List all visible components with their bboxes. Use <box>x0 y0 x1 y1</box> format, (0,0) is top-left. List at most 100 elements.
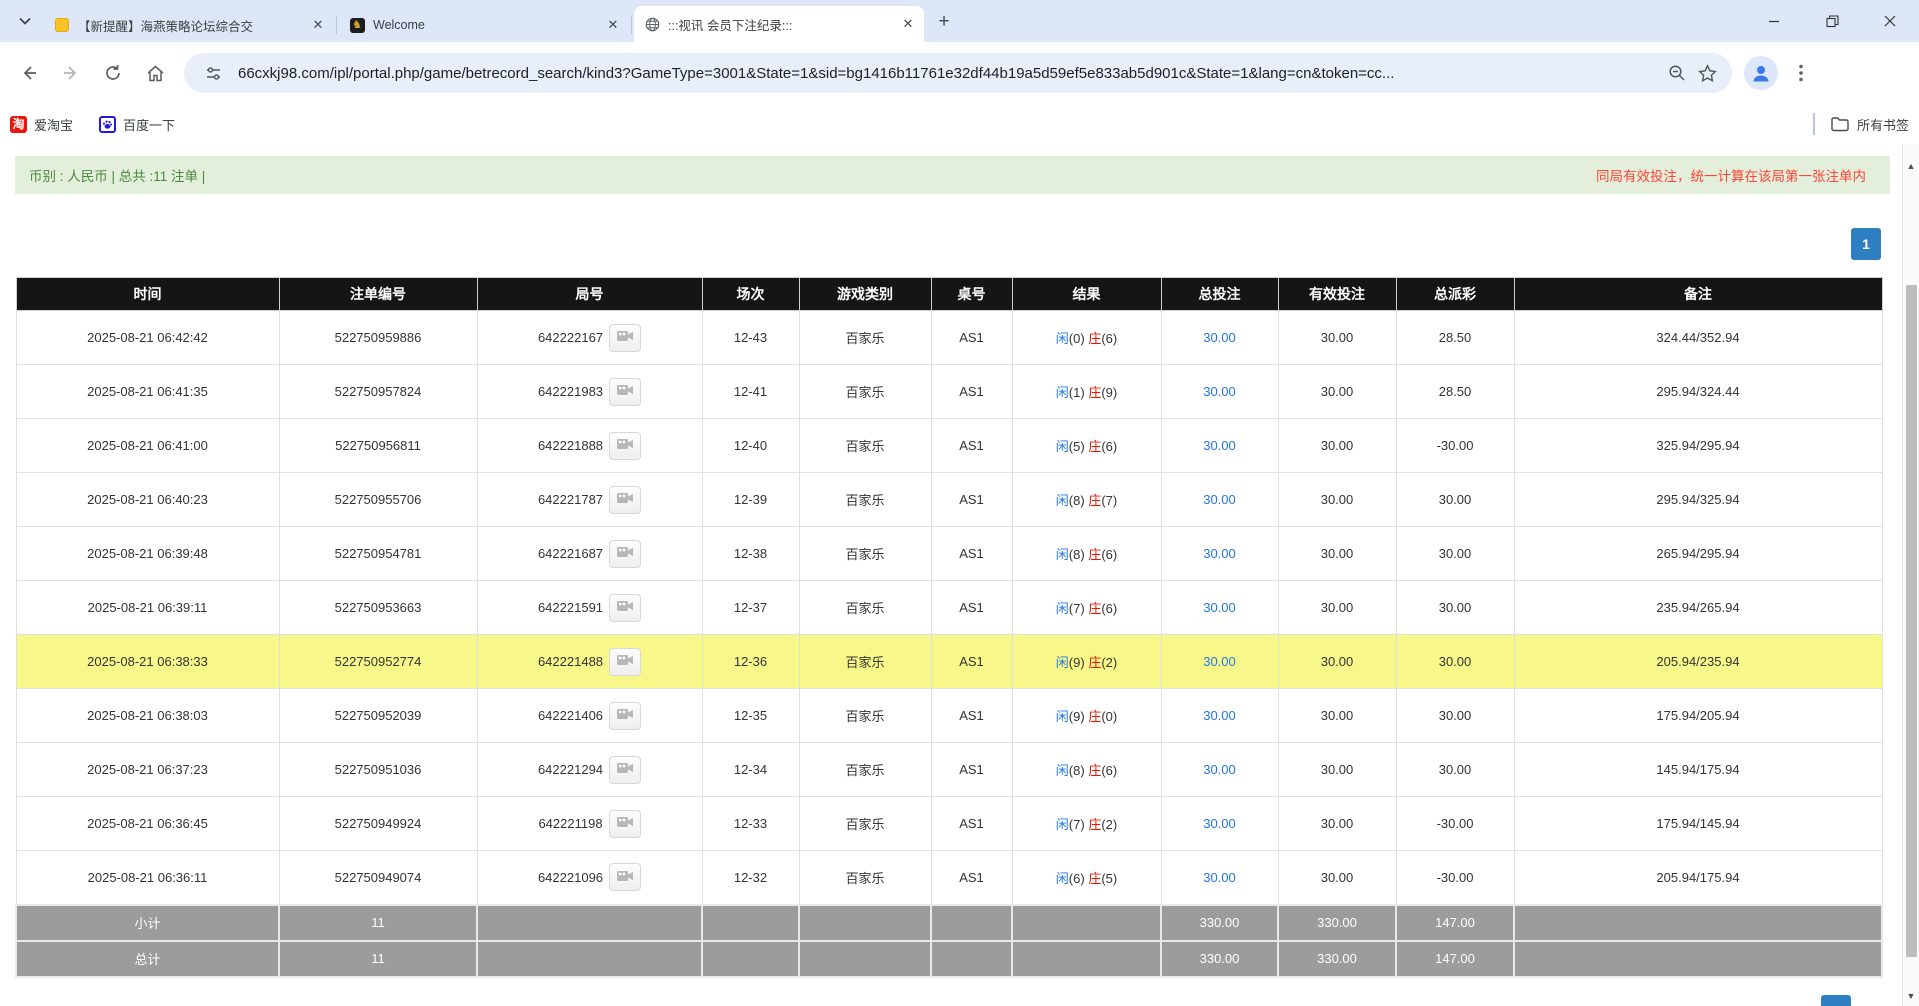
cell-time: 2025-08-21 06:41:00 <box>16 419 279 473</box>
reload-icon[interactable] <box>94 54 132 92</box>
cell-valid-bet: 30.00 <box>1278 851 1396 905</box>
cell-bet-id: 522750954781 <box>279 527 477 581</box>
cell-total-bet[interactable]: 30.00 <box>1161 689 1278 743</box>
video-replay-button[interactable] <box>609 756 641 784</box>
site-settings-tune-icon[interactable] <box>198 58 228 88</box>
video-replay-button[interactable] <box>609 863 641 891</box>
video-replay-button[interactable] <box>609 432 641 460</box>
video-replay-button[interactable] <box>609 810 641 838</box>
summary-label: 小计 <box>16 905 279 941</box>
cell-session: 12-39 <box>702 473 799 527</box>
bookmark-baidu[interactable]: 百度一下 <box>99 115 175 134</box>
vertical-scrollbar[interactable]: ▲ ▼ <box>1902 144 1919 1006</box>
video-replay-button[interactable] <box>609 594 641 622</box>
summary-count: 11 <box>279 905 477 941</box>
scrollbar-thumb[interactable] <box>1906 285 1917 957</box>
minimize-button[interactable] <box>1745 0 1803 42</box>
table-header: 时间 注单编号 局号 场次 游戏类别 桌号 结果 总投注 有效投注 总派彩 备注 <box>16 278 1882 311</box>
cell-total-bet[interactable]: 30.00 <box>1161 635 1278 689</box>
cell-session: 12-35 <box>702 689 799 743</box>
round-number: 642221096 <box>538 870 603 885</box>
cell-payout: 30.00 <box>1396 689 1514 743</box>
cell-remark: 295.94/324.44 <box>1514 365 1882 419</box>
round-number: 642221888 <box>538 438 603 453</box>
video-replay-button[interactable] <box>609 378 641 406</box>
video-replay-button[interactable] <box>609 648 641 676</box>
video-replay-button[interactable] <box>609 540 641 568</box>
zoom-out-icon[interactable] <box>1662 58 1692 88</box>
pagination-page-1-button[interactable]: 1 <box>1851 228 1881 260</box>
cell-time: 2025-08-21 06:40:23 <box>16 473 279 527</box>
film-icon <box>616 814 634 833</box>
tab-welcome[interactable]: ♞ Welcome ✕ <box>339 8 629 42</box>
back-icon[interactable] <box>10 54 48 92</box>
tab-close-icon[interactable]: ✕ <box>605 17 621 33</box>
cell-valid-bet: 30.00 <box>1278 689 1396 743</box>
cell-game-type: 百家乐 <box>799 851 931 905</box>
cell-round: 642221294 <box>477 743 702 797</box>
cell-bet-id: 522750956811 <box>279 419 477 473</box>
bookmark-taobao[interactable]: 淘 爱淘宝 <box>10 115 73 134</box>
cell-valid-bet: 30.00 <box>1278 365 1396 419</box>
cell-game-type: 百家乐 <box>799 797 931 851</box>
cell-total-bet[interactable]: 30.00 <box>1161 473 1278 527</box>
film-icon <box>616 598 634 617</box>
table-row: 2025-08-21 06:36:11522750949074642221096… <box>16 851 1882 905</box>
video-replay-button[interactable] <box>609 486 641 514</box>
cell-total-bet[interactable]: 30.00 <box>1161 311 1278 365</box>
cell-round: 642221591 <box>477 581 702 635</box>
currency-summary-text: 币别 : 人民币 | 总共 :11 注单 | <box>29 165 205 185</box>
browser-menu-kebab-icon[interactable] <box>1786 58 1816 88</box>
tab-search-chevron-icon[interactable] <box>8 4 42 38</box>
summary-count: 11 <box>279 941 477 977</box>
video-replay-button[interactable] <box>609 702 641 730</box>
cell-time: 2025-08-21 06:38:03 <box>16 689 279 743</box>
tab-close-icon[interactable]: ✕ <box>900 16 916 32</box>
header-round: 局号 <box>477 278 702 311</box>
cell-total-bet[interactable]: 30.00 <box>1161 527 1278 581</box>
tab-close-icon[interactable]: ✕ <box>310 17 326 33</box>
cell-round: 642221687 <box>477 527 702 581</box>
forward-icon[interactable] <box>52 54 90 92</box>
cell-payout: 30.00 <box>1396 581 1514 635</box>
cell-payout: 30.00 <box>1396 527 1514 581</box>
cell-remark: 175.94/205.94 <box>1514 689 1882 743</box>
bookmark-star-icon[interactable] <box>1692 58 1722 88</box>
all-bookmarks-label: 所有书签 <box>1857 115 1909 134</box>
cell-total-bet[interactable]: 30.00 <box>1161 797 1278 851</box>
cell-total-bet[interactable]: 30.00 <box>1161 581 1278 635</box>
tab-bet-records-active[interactable]: :::视讯 会员下注纪录::: ✕ <box>634 6 924 42</box>
cell-total-bet[interactable]: 30.00 <box>1161 743 1278 797</box>
cell-remark: 295.94/325.94 <box>1514 473 1882 527</box>
tab-title: Welcome <box>373 18 599 32</box>
cell-total-bet[interactable]: 30.00 <box>1161 851 1278 905</box>
cell-total-bet[interactable]: 30.00 <box>1161 365 1278 419</box>
close-window-button[interactable] <box>1861 0 1919 42</box>
scroll-down-arrow-icon[interactable]: ▼ <box>1903 988 1919 1004</box>
profile-avatar[interactable] <box>1744 56 1778 90</box>
url-text[interactable]: 66cxkj98.com/ipl/portal.php/game/betreco… <box>238 65 1662 82</box>
cell-bet-id: 522750955706 <box>279 473 477 527</box>
browser-toolbar: 66cxkj98.com/ipl/portal.php/game/betreco… <box>0 42 1919 104</box>
new-tab-button[interactable]: + <box>930 8 958 36</box>
video-replay-button[interactable] <box>609 324 641 352</box>
cell-total-bet[interactable]: 30.00 <box>1161 419 1278 473</box>
restore-button[interactable] <box>1803 0 1861 42</box>
table-row: 2025-08-21 06:38:03522750952039642221406… <box>16 689 1882 743</box>
home-icon[interactable] <box>136 54 174 92</box>
tab-forum[interactable]: 【新提醒】海燕策略论坛综合交 ✕ <box>44 8 334 42</box>
bottom-pagination-button[interactable]: 1 <box>1821 995 1851 1006</box>
cell-payout: 30.00 <box>1396 635 1514 689</box>
scroll-up-arrow-icon[interactable]: ▲ <box>1903 158 1919 174</box>
table-body: 2025-08-21 06:42:42522750959886642222167… <box>16 311 1882 905</box>
cell-session: 12-43 <box>702 311 799 365</box>
cell-remark: 175.94/145.94 <box>1514 797 1882 851</box>
cell-result: 闲(9) 庄(2) <box>1012 635 1161 689</box>
cell-table-no: AS1 <box>931 311 1012 365</box>
cell-session: 12-38 <box>702 527 799 581</box>
cell-round: 642221096 <box>477 851 702 905</box>
round-number: 642222167 <box>538 330 603 345</box>
cell-result: 闲(0) 庄(6) <box>1012 311 1161 365</box>
url-bar[interactable]: 66cxkj98.com/ipl/portal.php/game/betreco… <box>184 53 1732 93</box>
all-bookmarks-button[interactable]: 所有书签 <box>1831 115 1909 134</box>
